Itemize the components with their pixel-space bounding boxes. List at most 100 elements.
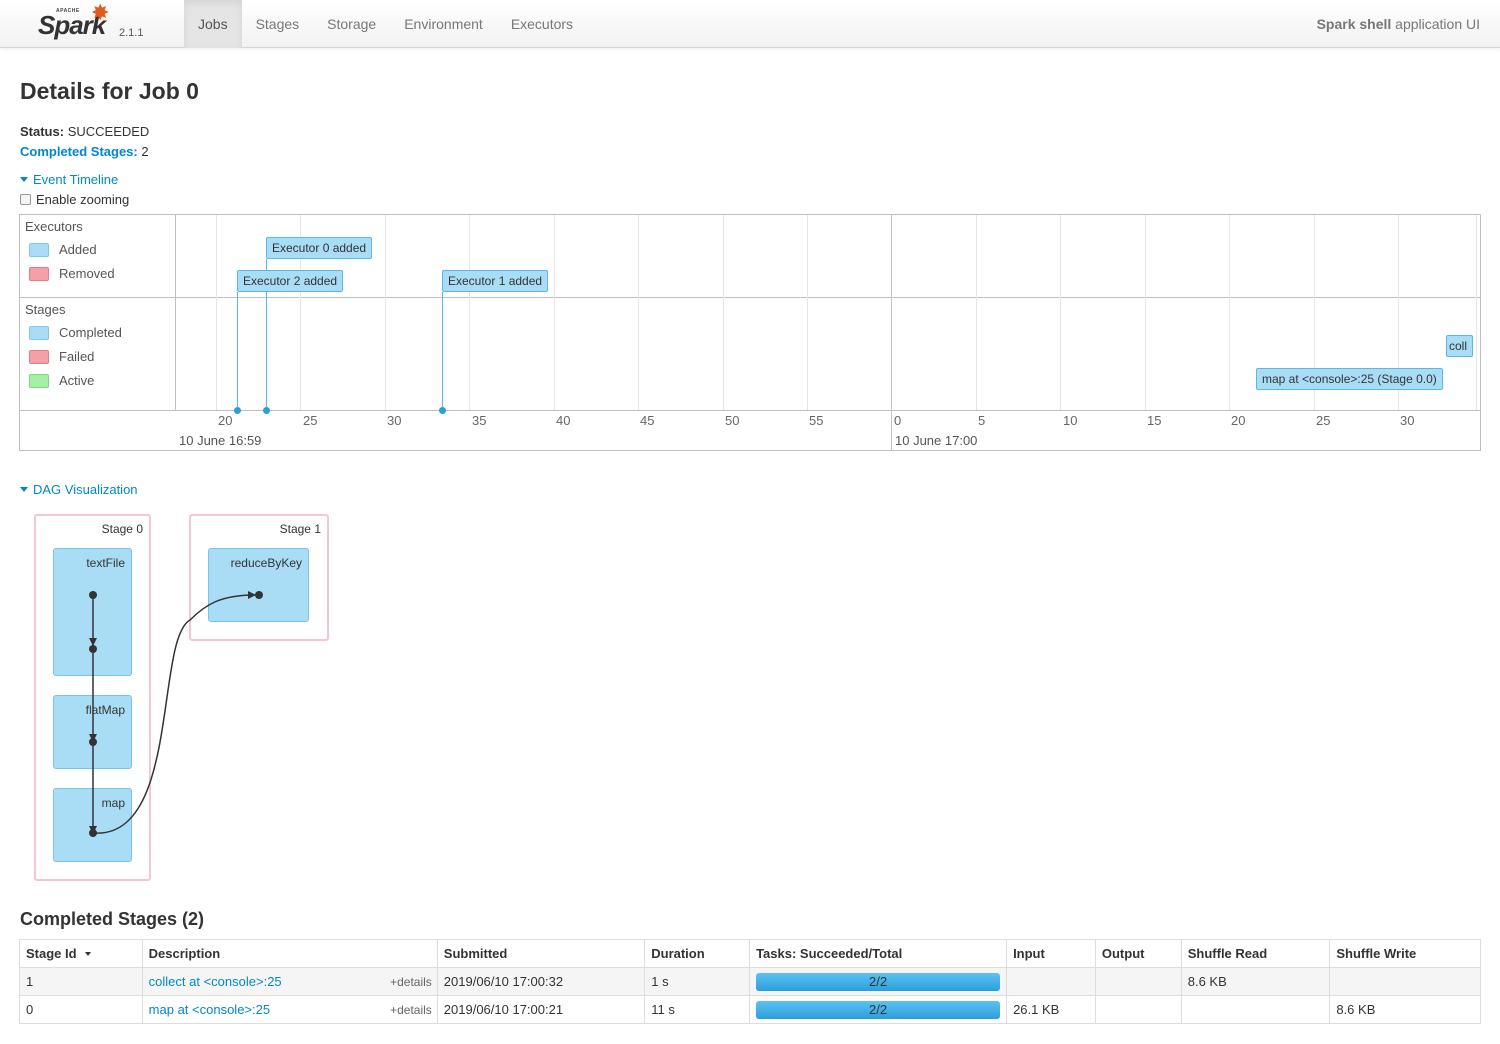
tick-label: 55 bbox=[809, 413, 824, 428]
event-executor-2-added[interactable]: Executor 2 added bbox=[237, 270, 344, 292]
legend-stage-failed: Failed bbox=[29, 349, 94, 364]
event-stem bbox=[442, 292, 443, 410]
cell-stage-id: 1 bbox=[19, 967, 143, 996]
legend-swatch-added bbox=[29, 242, 49, 257]
gridline bbox=[976, 215, 977, 410]
cell-shuffle-read bbox=[1180, 995, 1331, 1024]
tasks-progress-bar: 2/2 bbox=[756, 1000, 1001, 1019]
caret-down-icon bbox=[20, 177, 28, 182]
status-label: Status: bbox=[20, 124, 65, 139]
col-submitted[interactable]: Submitted bbox=[436, 939, 646, 968]
stage-description-link[interactable]: collect at <console>:25 bbox=[149, 974, 282, 989]
dag-visualization: Stage 0 Stage 1 textFile flatMap map red… bbox=[30, 510, 340, 890]
tab-storage[interactable]: Storage bbox=[313, 0, 390, 48]
legend-swatch-removed bbox=[29, 266, 49, 281]
col-shuffle-read[interactable]: Shuffle Read bbox=[1180, 939, 1331, 968]
event-timeline-toggle[interactable]: Event Timeline bbox=[20, 172, 118, 187]
col-description[interactable]: Description bbox=[141, 939, 438, 968]
event-stem bbox=[237, 292, 238, 410]
col-output[interactable]: Output bbox=[1094, 939, 1182, 968]
tab-environment[interactable]: Environment bbox=[390, 0, 497, 48]
event-dot bbox=[234, 407, 241, 414]
stages-group-title: Stages bbox=[25, 302, 66, 317]
event-executor-0-added[interactable]: Executor 0 added bbox=[266, 237, 373, 259]
timeline-group-labels: Executors Added Removed Stages Completed… bbox=[20, 215, 176, 410]
top-navbar: APACHE Spark ✸ 2.1.1 Jobs Stages Storage… bbox=[0, 0, 1500, 48]
legend-label-completed: Completed bbox=[59, 325, 122, 340]
details-toggle[interactable]: +details bbox=[390, 1003, 432, 1017]
caret-down-icon bbox=[20, 487, 28, 492]
cell-submitted: 2019/06/10 17:00:32 bbox=[436, 967, 646, 996]
tick-label: 10 bbox=[1063, 413, 1078, 428]
dag-visualization-label: DAG Visualization bbox=[33, 482, 138, 497]
completed-stages-count: 2 bbox=[141, 144, 149, 159]
gridline bbox=[554, 215, 555, 410]
tab-stages[interactable]: Stages bbox=[242, 0, 314, 48]
tab-jobs[interactable]: Jobs bbox=[184, 0, 242, 48]
event-timeline[interactable]: Executors Added Removed Stages Completed… bbox=[19, 214, 1481, 451]
tick-label: 30 bbox=[387, 413, 402, 428]
app-title-rest: application UI bbox=[1391, 16, 1480, 32]
gridline bbox=[385, 215, 386, 410]
legend-label-added: Added bbox=[59, 242, 97, 257]
cell-output bbox=[1094, 967, 1182, 996]
gridline-major bbox=[891, 215, 892, 450]
spark-star-icon: ✸ bbox=[91, 0, 110, 25]
legend-label-active: Active bbox=[59, 373, 95, 388]
enable-zooming-checkbox[interactable] bbox=[20, 194, 31, 205]
legend-swatch-completed bbox=[29, 325, 49, 340]
spark-version: 2.1.1 bbox=[119, 27, 144, 39]
table-row: 1 collect at <console>:25 +details 2019/… bbox=[19, 967, 1481, 996]
enable-zooming-row: Enable zooming bbox=[20, 192, 129, 207]
col-stage-id[interactable]: Stage Id bbox=[19, 939, 143, 968]
legend-swatch-active bbox=[29, 373, 49, 388]
cell-description: collect at <console>:25 +details bbox=[141, 967, 438, 996]
legend-stage-completed: Completed bbox=[29, 325, 122, 340]
enable-zooming-label: Enable zooming bbox=[36, 192, 130, 207]
tick-label: 40 bbox=[556, 413, 571, 428]
cell-submitted: 2019/06/10 17:00:21 bbox=[436, 995, 646, 1024]
cell-duration: 11 s bbox=[644, 995, 751, 1024]
gridline bbox=[807, 215, 808, 410]
cell-tasks: 2/2 bbox=[749, 995, 1008, 1024]
legend-label-failed: Failed bbox=[59, 349, 95, 364]
gridline bbox=[1145, 215, 1146, 410]
page-title: Details for Job 0 bbox=[20, 78, 199, 104]
stage-item-map[interactable]: map at <console>:25 (Stage 0.0) bbox=[1256, 368, 1443, 390]
spark-logo[interactable]: APACHE Spark ✸ 2.1.1 bbox=[36, 0, 156, 44]
major-time-label: 10 June 17:00 bbox=[895, 433, 978, 448]
tasks-progress-bar: 2/2 bbox=[756, 972, 1001, 991]
legend-executor-removed: Removed bbox=[29, 266, 115, 281]
gridline bbox=[216, 215, 217, 410]
col-tasks[interactable]: Tasks: Succeeded/Total bbox=[749, 939, 1008, 968]
tick-label: 30 bbox=[1400, 413, 1415, 428]
tick-label: 25 bbox=[303, 413, 318, 428]
stage-description-link[interactable]: map at <console>:25 bbox=[149, 1002, 270, 1017]
legend-swatch-failed bbox=[29, 349, 49, 364]
col-stage-id-label: Stage Id bbox=[26, 946, 77, 961]
tick-label: 20 bbox=[1231, 413, 1246, 428]
event-executor-1-added[interactable]: Executor 1 added bbox=[442, 270, 549, 292]
major-time-label: 10 June 16:59 bbox=[179, 433, 262, 448]
completed-stages-line: Completed Stages: 2 bbox=[20, 144, 149, 159]
gridline bbox=[723, 215, 724, 410]
details-toggle[interactable]: +details bbox=[390, 975, 432, 989]
cell-shuffle-write bbox=[1329, 967, 1481, 996]
completed-stages-table: Stage Id Description Submitted Duration … bbox=[19, 939, 1481, 1024]
completed-stages-link[interactable]: Completed Stages: bbox=[20, 144, 138, 159]
col-duration[interactable]: Duration bbox=[644, 939, 751, 968]
stage-item-collect[interactable]: coll bbox=[1446, 335, 1473, 357]
tab-executors[interactable]: Executors bbox=[497, 0, 587, 48]
tasks-progress-label: 2/2 bbox=[869, 1001, 888, 1017]
col-shuffle-write[interactable]: Shuffle Write bbox=[1329, 939, 1481, 968]
tasks-progress-label: 2/2 bbox=[869, 973, 888, 989]
col-input[interactable]: Input bbox=[1006, 939, 1096, 968]
event-dot bbox=[439, 407, 446, 414]
completed-stages-title: Completed Stages (2) bbox=[20, 909, 205, 929]
sort-desc-icon bbox=[84, 952, 91, 956]
tick-label: 5 bbox=[978, 413, 986, 428]
cell-shuffle-write: 8.6 KB bbox=[1329, 995, 1481, 1024]
table-header-row: Stage Id Description Submitted Duration … bbox=[19, 939, 1481, 968]
dag-visualization-toggle[interactable]: DAG Visualization bbox=[20, 482, 138, 497]
app-title: Spark shell application UI bbox=[1317, 0, 1480, 48]
